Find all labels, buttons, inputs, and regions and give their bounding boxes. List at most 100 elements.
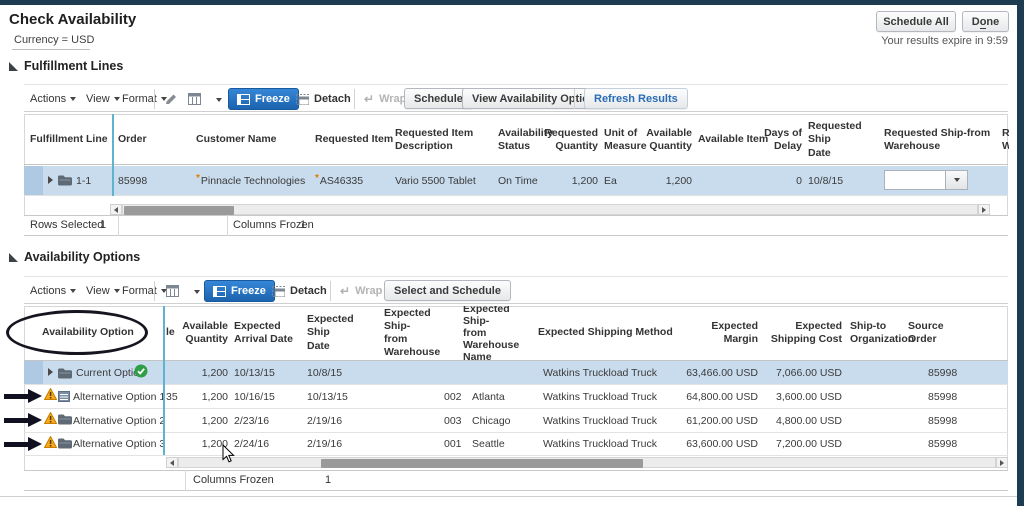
window-frame-top (0, 0, 1024, 5)
columns-grid-icon[interactable] (188, 93, 202, 111)
section-collapse-icon[interactable] (9, 253, 18, 262)
cell-expected-ship-date: 10/8/15 (307, 366, 343, 379)
options-toolbar: Actions View Format Freeze Detach ↵ Wrap… (24, 276, 1008, 304)
refresh-results-button[interactable]: Refresh Results (584, 88, 688, 109)
option-row-alt2[interactable] (24, 409, 1008, 432)
scrollbar-right-arrow[interactable] (978, 204, 990, 215)
done-button[interactable]: Done (962, 11, 1009, 32)
detach-button[interactable]: Detach (296, 88, 351, 110)
freeze-button[interactable]: Freeze (204, 280, 275, 302)
wrap-icon: ↵ (364, 92, 375, 106)
edit-pencil-icon[interactable] (164, 92, 178, 111)
format-menu[interactable]: Format (122, 85, 167, 113)
warehouse-dropdown-field[interactable] (884, 170, 946, 190)
warning-icon (43, 435, 58, 453)
columns-dropdown-caret[interactable] (216, 98, 222, 102)
results-expire-note: Your results expire in 9:59 (881, 35, 1008, 47)
column-header-expected-arrival-date: Expected Arrival Date (234, 319, 293, 345)
detach-label: Detach (314, 93, 351, 105)
freeze-button[interactable]: Freeze (228, 88, 299, 110)
detach-button[interactable]: Detach (272, 280, 327, 302)
annotation-arrow (4, 394, 30, 399)
cell-option-name: Alternative Option 3 (73, 438, 166, 450)
scrollbar-thumb[interactable] (124, 206, 234, 215)
chevron-down-icon (113, 97, 120, 101)
view-menu[interactable]: View (86, 277, 120, 305)
column-header-order: Order (118, 133, 147, 146)
column-header-requested-item: Requested Item (315, 133, 394, 146)
column-header-days-of-delay: Days of Delay (764, 126, 802, 152)
cell-shipping-cost: 7,200.00 USD (776, 438, 842, 450)
horizontal-scrollbar[interactable] (122, 204, 978, 215)
row-expand-icon[interactable] (48, 176, 53, 184)
columns-grid-icon[interactable] (166, 285, 180, 303)
section-title-fulfillment-lines: Fulfillment Lines (24, 59, 124, 73)
toolbar-separator (330, 281, 331, 301)
options-table-footer (24, 470, 1008, 491)
folder-icon (58, 366, 72, 384)
detach-label: Detach (290, 285, 327, 297)
cell-expected-ship-from-warehouse: 003 (444, 414, 462, 427)
column-header-fulfillment-line: Fulfillment Line (30, 133, 108, 146)
select-and-schedule-button[interactable]: Select and Schedule (384, 280, 511, 301)
scrollbar-thumb[interactable] (321, 459, 643, 468)
actions-menu[interactable]: Actions (30, 85, 77, 113)
wrap-icon: ↵ (340, 284, 351, 298)
subtitle-underline (12, 49, 90, 50)
cell-expected-arrival-date: 10/13/15 (234, 366, 275, 379)
cell-expected-margin: 63,600.00 USD (686, 438, 758, 450)
annotation-arrow (4, 442, 30, 447)
cell-days-of-delay: 0 (796, 174, 802, 187)
columns-frozen-value: 1 (300, 219, 307, 231)
cell-unit-of-measure: Ea (604, 174, 617, 187)
cell-source-order: 85998 (928, 414, 958, 427)
cell-source-order: 85998 (928, 438, 958, 450)
cell-expected-margin: 63,466.00 USD (686, 366, 758, 379)
scrollbar-left-arrow[interactable] (166, 457, 178, 468)
schedule-all-button[interactable]: Schedule All (876, 11, 956, 32)
column-header-customer-name: Customer Name (196, 133, 277, 146)
scrollbar-left-arrow[interactable] (110, 204, 122, 215)
toolbar-separator (154, 281, 155, 301)
cell-available-quantity: 1,200 (665, 174, 692, 187)
cell-expected-margin: 61,200.00 USD (686, 414, 758, 427)
page-bottom-divider (0, 496, 1024, 497)
horizontal-scrollbar[interactable] (178, 457, 996, 468)
option-row-alt3[interactable] (24, 433, 1008, 455)
row-border (24, 195, 1008, 196)
columns-dropdown-caret[interactable] (194, 290, 200, 294)
row-expand-icon[interactable] (48, 368, 53, 376)
wrap-button[interactable]: ↵ Wrap (364, 88, 406, 110)
cell-requested-ship-date: 10/8/15 (808, 174, 844, 187)
column-header-expected-ship-date: Expected Ship Date (307, 313, 354, 352)
cell-warehouse-name: Atlanta (472, 390, 505, 403)
annotation-ellipse (6, 310, 148, 355)
cell-requested-item-description: Vario 5500 Tablet (395, 174, 476, 187)
view-menu[interactable]: View (86, 85, 120, 113)
format-menu[interactable]: Format (122, 277, 167, 305)
freeze-label: Freeze (231, 285, 266, 297)
window-frame-right (1017, 0, 1024, 506)
freeze-table-icon (213, 285, 226, 297)
rows-selected-value: 1 (100, 219, 107, 231)
section-collapse-icon[interactable] (9, 62, 18, 71)
column-header-expected-ship-from-warehouse: Expected Ship- from Warehouse (384, 306, 441, 359)
warning-icon (43, 411, 58, 429)
footer-divider (185, 470, 186, 491)
freeze-table-icon (237, 93, 250, 105)
wrap-button[interactable]: ↵ Wrap (340, 280, 382, 302)
chevron-down-icon (70, 289, 77, 293)
cell-expected-arrival-date: 2/24/16 (234, 438, 270, 450)
warehouse-dropdown-button[interactable] (946, 170, 968, 190)
cell-clipped: 35 (166, 390, 178, 403)
column-header-requested-item-description: Requested Item Description (395, 126, 474, 152)
option-row-current[interactable] (24, 361, 1008, 384)
footer-divider (118, 215, 119, 236)
column-header-expected-ship-from-warehouse-name: Expected Ship- from Warehouse Name (463, 306, 520, 360)
fulfillment-toolbar: Actions View Format Freeze Detach ↵ Wrap… (24, 84, 1008, 112)
cell-fulfillment-line: 1-1 (76, 174, 92, 187)
actions-menu[interactable]: Actions (30, 277, 77, 305)
rows-selected-label: Rows Selected (30, 219, 104, 231)
column-header-available-quantity: Available Quantity (182, 319, 228, 345)
scrollbar-right-arrow[interactable] (996, 457, 1008, 468)
